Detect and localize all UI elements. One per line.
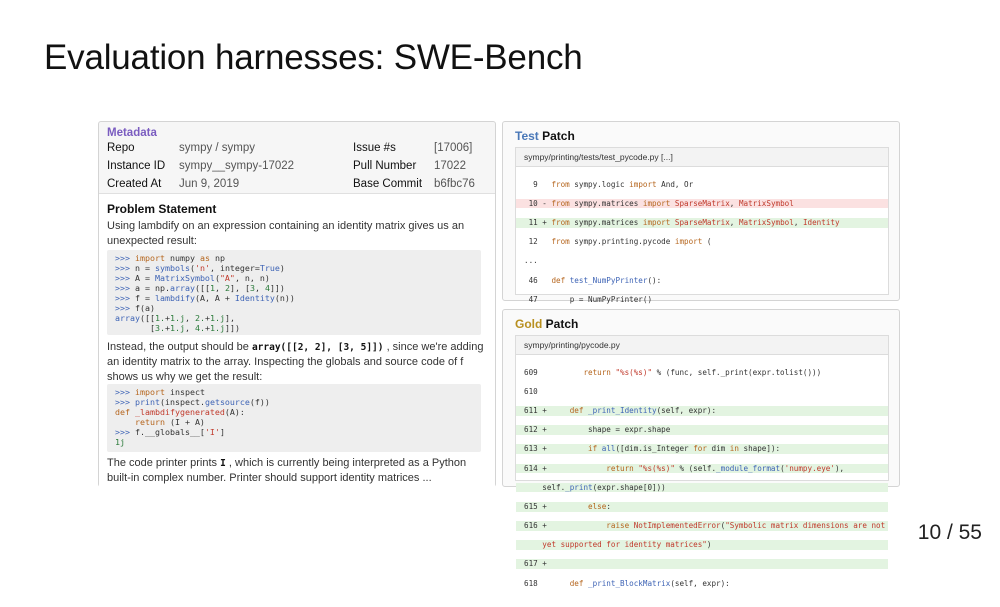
gold-patch-title: Gold Patch — [515, 317, 578, 331]
problem-title: Problem Statement — [107, 202, 217, 216]
instance-label: Instance ID — [107, 160, 166, 172]
test-patch-title-accent: Test — [515, 129, 539, 143]
gold-patch-card: Gold Patch sympy/printing/pycode.py 609 … — [502, 309, 900, 588]
base-value: b6fbc76 — [434, 178, 475, 190]
gold-patch-path: sympy/printing/pycode.py — [516, 336, 888, 355]
para3-text-a: The code printer prints — [107, 457, 221, 469]
test-patch-title-rest: Patch — [538, 129, 575, 143]
metadata-card: Metadata Repo sympy / sympy Issue #s [17… — [98, 121, 496, 487]
created-label: Created At — [107, 178, 162, 190]
instance-value: sympy__sympy-17022 — [179, 160, 295, 172]
para2-text-a: Instead, the output should be — [107, 341, 252, 353]
para2-code: array([[2, 2], [3, 5]]) — [251, 342, 384, 353]
metadata-title: Metadata — [107, 127, 157, 139]
test-patch-box: sympy/printing/tests/test_pycode.py [...… — [515, 147, 889, 401]
issue-label: Issue #s — [353, 142, 396, 154]
created-value: Jun 9, 2019 — [179, 178, 240, 190]
problem-para-2: Instead, the output should be array([[2,… — [107, 340, 489, 385]
test-patch-title: Test Patch — [515, 129, 575, 143]
gold-patch-diff: 609 return "%s(%s)" % (func, self._print… — [516, 355, 888, 607]
problem-para-1: Using lambdify on an expression containi… — [107, 220, 465, 247]
repo-label: Repo — [107, 142, 135, 154]
gold-patch-title-rest: Patch — [542, 317, 579, 331]
problem-para-3: The code printer prints I , which is cur… — [107, 456, 489, 486]
gold-patch-box: sympy/printing/pycode.py 609 return "%s(… — [515, 335, 889, 588]
slide-title: Evaluation harnesses: SWE-Bench — [44, 38, 583, 77]
code-block-2: >>> import inspect >>> print(inspect.get… — [107, 384, 481, 452]
pull-label: Pull Number — [353, 160, 417, 172]
base-label: Base Commit — [353, 178, 423, 190]
test-patch-path: sympy/printing/tests/test_pycode.py [...… — [516, 148, 888, 167]
page-number: 10 / 55 — [917, 521, 982, 544]
gold-patch-title-accent: Gold — [515, 317, 543, 331]
test-patch-card: Test Patch sympy/printing/tests/test_pyc… — [502, 121, 900, 401]
code-block-1: >>> import numpy as np >>> n = symbols('… — [107, 250, 481, 335]
issue-value: [17006] — [434, 142, 473, 154]
repo-value: sympy / sympy — [179, 142, 256, 154]
pull-value: 17022 — [434, 160, 466, 172]
problem-statement: Problem Statement Using lambdify on an e… — [99, 193, 495, 487]
